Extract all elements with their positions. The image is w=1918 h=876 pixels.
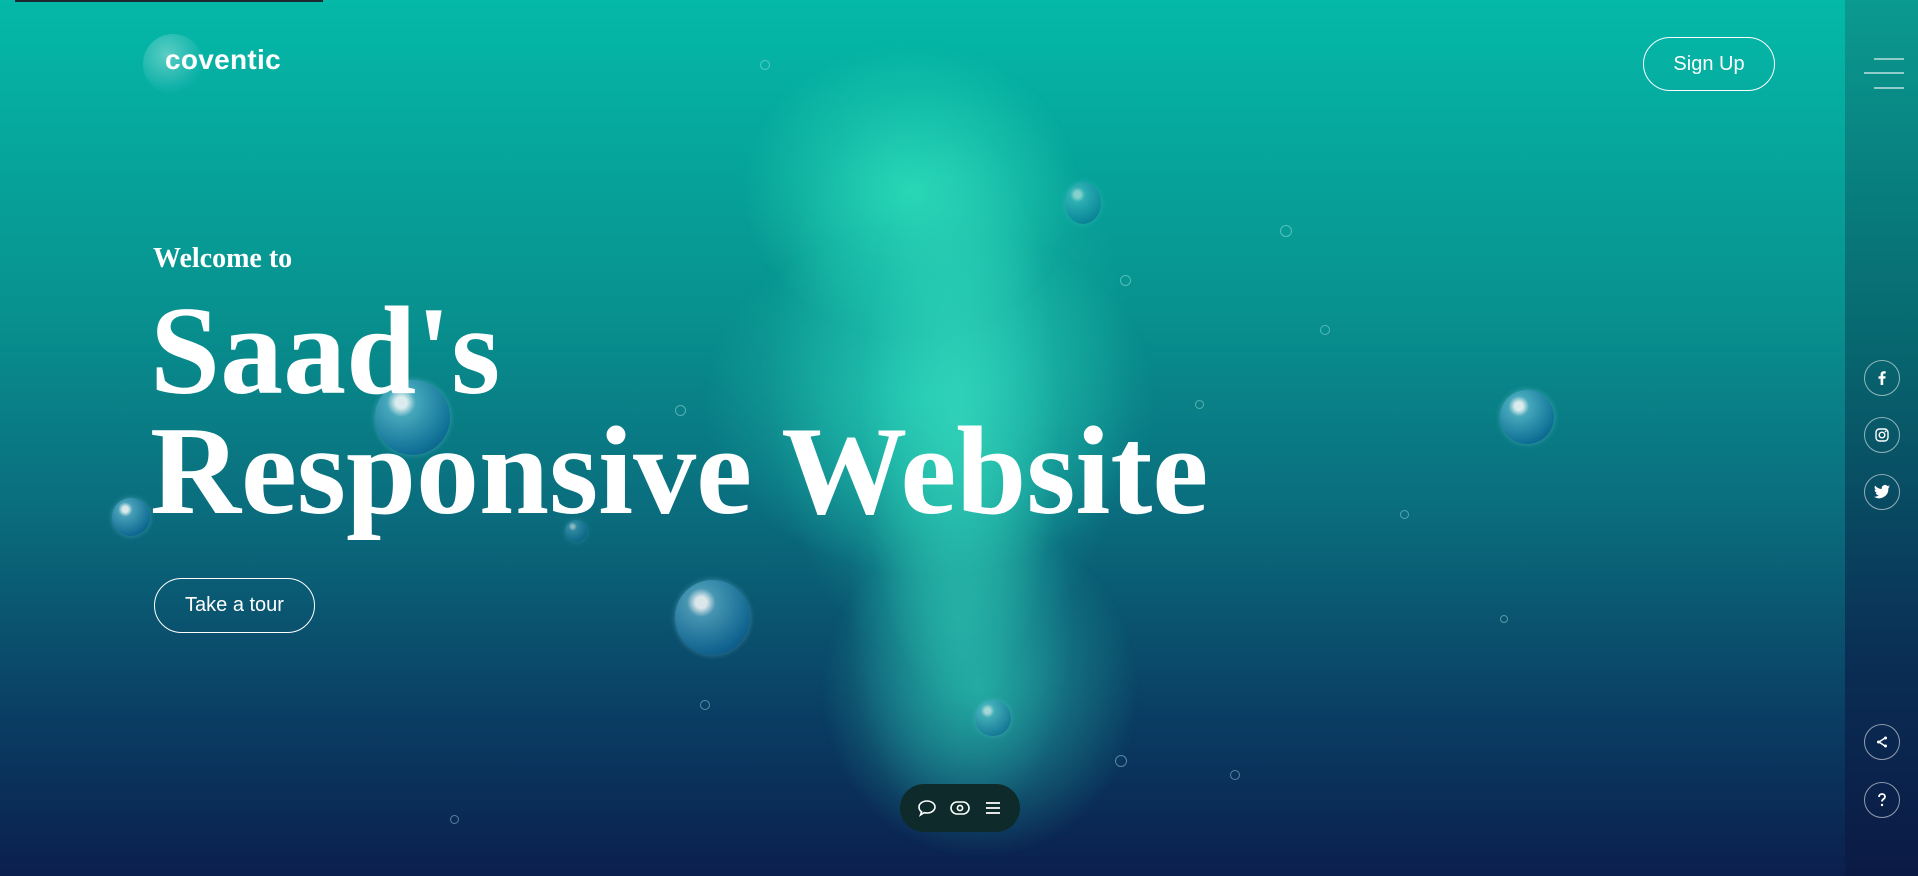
bubble (975, 700, 1011, 736)
eye-icon[interactable] (948, 796, 972, 820)
top-progress-line (15, 0, 323, 2)
right-sidebar (1845, 0, 1918, 876)
bubble (675, 580, 750, 655)
small-bubble (760, 60, 770, 70)
chat-icon[interactable] (915, 796, 939, 820)
small-bubble (1280, 225, 1292, 237)
small-bubble (1400, 510, 1409, 519)
hero-title-line2: Responsive Website (150, 402, 1209, 541)
hero-section: coventic Sign Up Welcome to Saad's Respo… (0, 0, 1845, 876)
small-bubble (700, 700, 710, 710)
hero-title-line1: Saad's (150, 282, 501, 421)
small-bubble (450, 815, 459, 824)
hamburger-menu-icon[interactable] (1864, 56, 1904, 92)
menu-icon[interactable] (981, 796, 1005, 820)
floating-toolbar (900, 784, 1020, 832)
hero-title: Saad's Responsive Website (150, 289, 1208, 535)
take-a-tour-button[interactable]: Take a tour (154, 578, 315, 633)
small-bubble (1500, 615, 1508, 623)
small-bubble (1115, 755, 1127, 767)
sign-up-button[interactable]: Sign Up (1643, 37, 1775, 91)
instagram-icon[interactable] (1864, 417, 1900, 453)
small-bubble (1230, 770, 1240, 780)
share-icon[interactable] (1864, 724, 1900, 760)
welcome-text: Welcome to (153, 243, 293, 274)
help-icon[interactable] (1864, 782, 1900, 818)
bubble (112, 498, 150, 536)
small-bubble (1120, 275, 1131, 286)
facebook-icon[interactable] (1864, 360, 1900, 396)
logo[interactable]: coventic (165, 44, 281, 76)
bubble (1065, 182, 1101, 224)
bubble (1500, 390, 1554, 444)
small-bubble (1320, 325, 1330, 335)
twitter-icon[interactable] (1864, 474, 1900, 510)
